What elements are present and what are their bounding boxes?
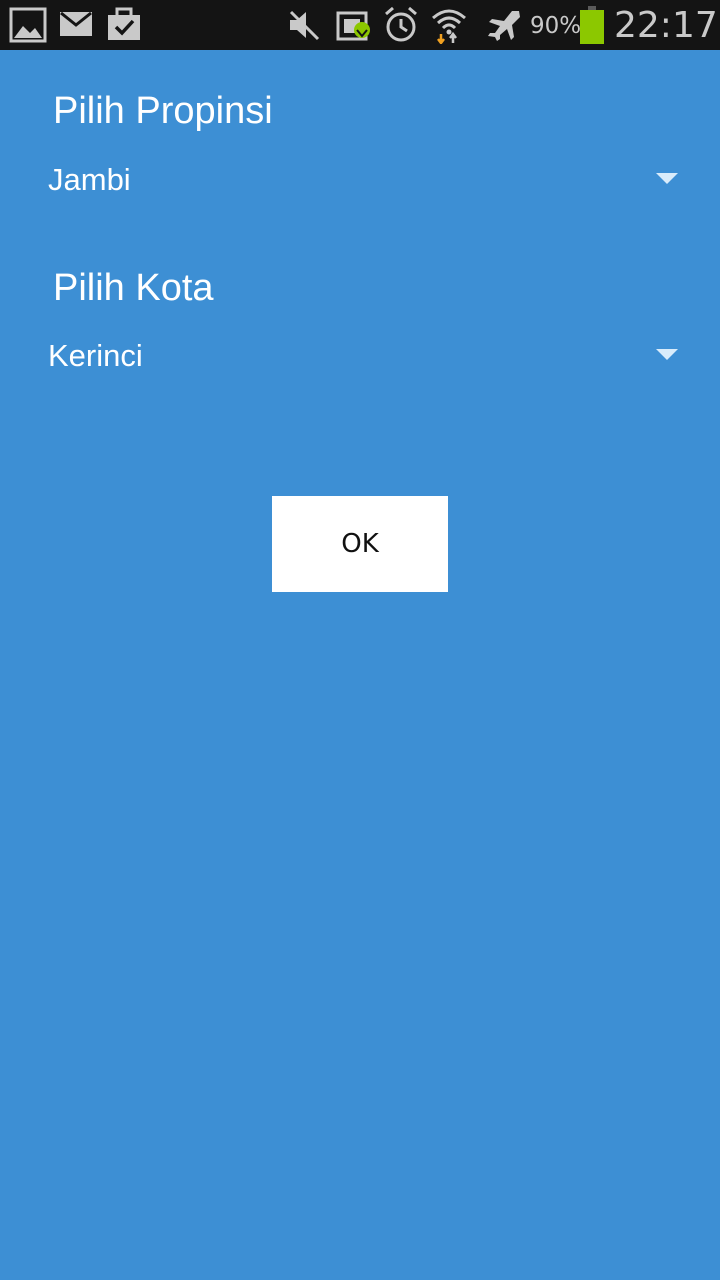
status-bar: 90% 22:17 bbox=[0, 0, 720, 50]
battery-icon bbox=[580, 6, 604, 49]
province-label: Pilih Propinsi bbox=[53, 90, 273, 132]
gallery-icon bbox=[9, 7, 47, 48]
wifi-icon bbox=[431, 6, 467, 49]
clipboard-check-icon bbox=[106, 6, 142, 47]
city-label: Pilih Kota bbox=[53, 267, 214, 309]
province-spinner-value: Jambi bbox=[48, 162, 131, 197]
dropdown-arrow-icon bbox=[656, 349, 678, 360]
mute-icon bbox=[287, 9, 321, 46]
clock: 22:17 bbox=[614, 5, 718, 46]
province-spinner[interactable]: Jambi bbox=[48, 150, 684, 210]
city-spinner-value: Kerinci bbox=[48, 338, 143, 373]
ok-button[interactable]: OK bbox=[272, 496, 448, 592]
city-spinner[interactable]: Kerinci bbox=[48, 326, 684, 386]
app-update-icon bbox=[336, 8, 372, 47]
alarm-icon bbox=[383, 6, 419, 49]
email-icon bbox=[60, 11, 92, 41]
battery-percent: 90% bbox=[530, 13, 582, 39]
dropdown-arrow-icon bbox=[656, 173, 678, 184]
airplane-mode-icon bbox=[486, 8, 522, 47]
